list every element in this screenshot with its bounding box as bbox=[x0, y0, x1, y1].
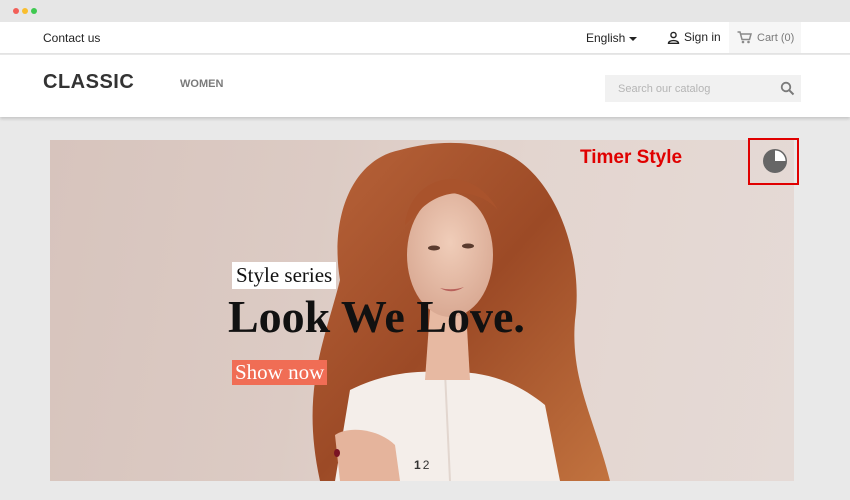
slider-page-1[interactable]: 1 bbox=[414, 458, 421, 472]
browser-titlebar bbox=[0, 0, 850, 22]
close-window-dot[interactable] bbox=[13, 8, 19, 14]
language-label: English bbox=[586, 31, 626, 45]
contact-link[interactable]: Contact us bbox=[43, 31, 100, 45]
caret-down-icon bbox=[629, 36, 638, 41]
slide-tag: Style series bbox=[232, 262, 337, 289]
store-logo[interactable]: CLASSIC bbox=[43, 71, 134, 94]
slide-headline: Look We Love. bbox=[228, 291, 525, 342]
timer-style-annotation: Timer Style bbox=[580, 147, 683, 168]
maximize-window-dot[interactable] bbox=[31, 8, 37, 14]
signin-link[interactable]: Sign in bbox=[667, 30, 721, 44]
cart-button[interactable]: Cart (0) bbox=[729, 22, 801, 53]
cart-label: Cart (0) bbox=[757, 31, 795, 44]
timer-highlight-box bbox=[748, 138, 799, 185]
hero-slider[interactable]: Style series Look We Love. Show now 12 bbox=[50, 140, 794, 481]
search-input[interactable] bbox=[605, 75, 775, 102]
timer-pie-icon[interactable] bbox=[762, 148, 788, 174]
nav-item-women[interactable]: WOMEN bbox=[180, 78, 223, 90]
search-icon[interactable] bbox=[780, 81, 795, 96]
search-box bbox=[605, 75, 801, 102]
user-icon bbox=[667, 31, 680, 44]
signin-label: Sign in bbox=[684, 30, 721, 44]
minimize-window-dot[interactable] bbox=[22, 8, 28, 14]
slider-page-2[interactable]: 2 bbox=[423, 458, 430, 472]
language-selector[interactable]: English bbox=[586, 31, 638, 45]
slider-pagination: 12 bbox=[414, 458, 431, 472]
top-nav: Contact us English Sign in Cart (0) bbox=[0, 22, 850, 54]
shopping-cart-icon bbox=[737, 31, 752, 44]
show-now-button[interactable]: Show now bbox=[232, 360, 328, 385]
site-header: CLASSIC WOMEN bbox=[0, 55, 850, 117]
